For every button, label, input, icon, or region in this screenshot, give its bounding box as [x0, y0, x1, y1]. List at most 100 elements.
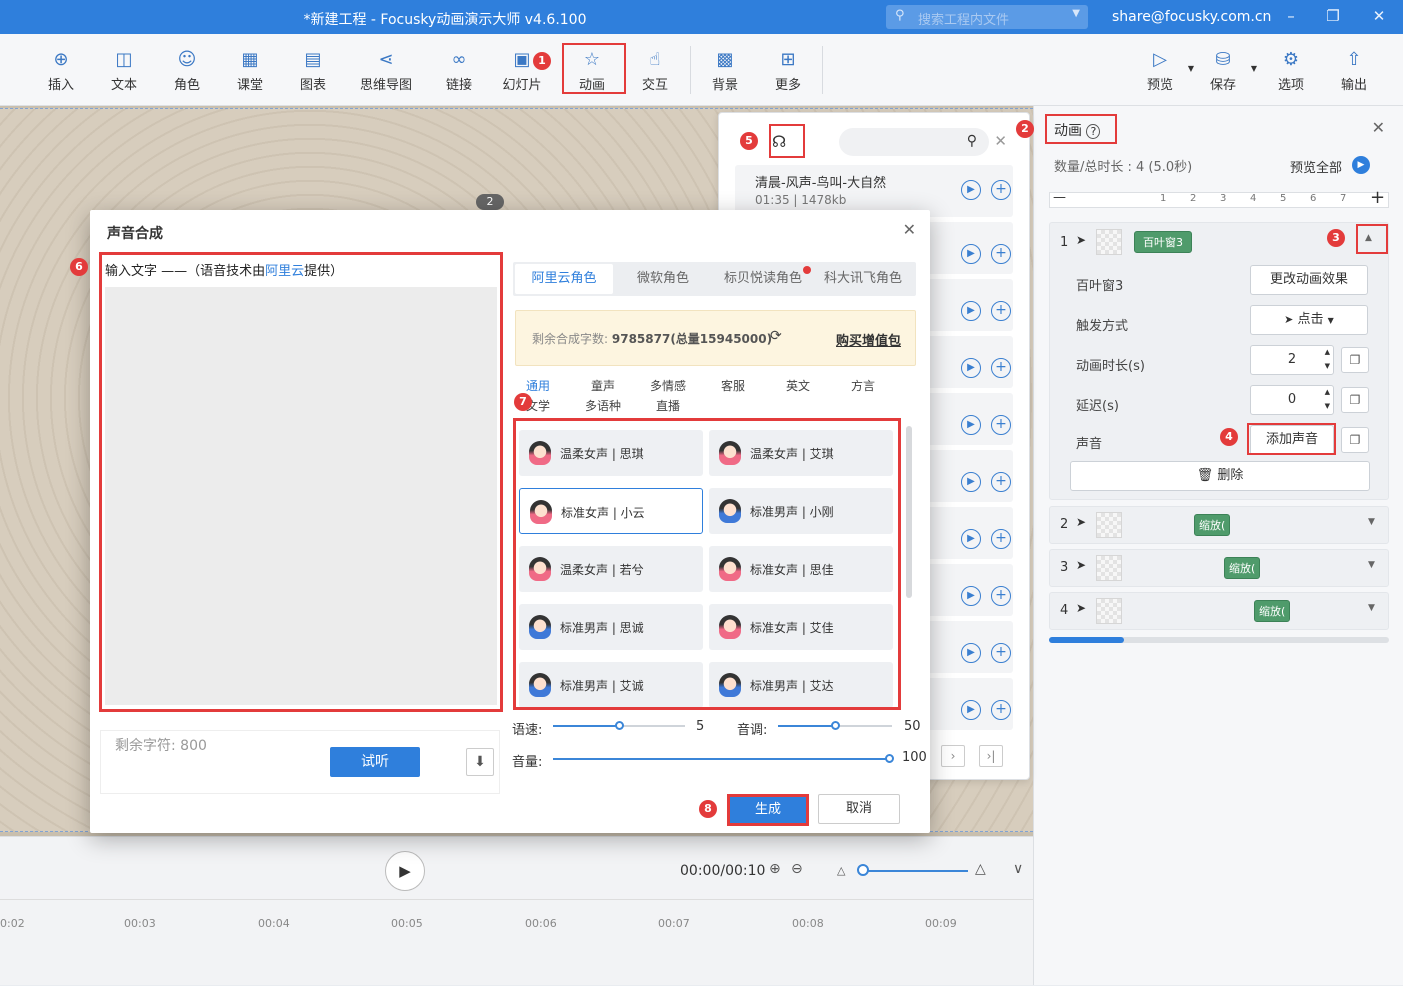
apply-all-icon[interactable]: ❐ [1341, 387, 1369, 413]
pitch-track-filled[interactable] [778, 725, 835, 727]
sound-search-input[interactable]: ⚲ [839, 128, 989, 156]
duration-stepper[interactable]: 2 ▲ ▼ [1250, 345, 1334, 375]
expand-arrow-icon[interactable]: ▼ [1368, 560, 1375, 570]
stepper-arrows-icon[interactable]: ▲ ▼ [1325, 345, 1330, 373]
dialog-close-icon[interactable]: ✕ [903, 220, 916, 239]
delete-animation-button[interactable]: 🗑 删除 [1070, 461, 1370, 491]
animation-chip[interactable]: 缩放( [1194, 514, 1231, 536]
expand-arrow-icon[interactable]: ▼ [1368, 603, 1375, 613]
add-icon[interactable]: + [991, 415, 1011, 435]
voice-option[interactable]: 标准男声 | 小刚 [709, 488, 893, 534]
add-icon[interactable]: + [991, 472, 1011, 492]
play-icon[interactable]: ▶ [961, 180, 981, 200]
tab-iflytek[interactable]: 科大讯飞角色 [813, 262, 913, 296]
animation-item-3[interactable]: 3 ➤ 缩放( ▼ [1049, 549, 1389, 587]
animation-chip[interactable]: 缩放( [1254, 600, 1291, 622]
play-icon[interactable]: ▶ [961, 529, 981, 549]
timeline-zoom-track[interactable] [858, 870, 968, 872]
plus-icon[interactable]: + [1370, 187, 1385, 208]
panel-scrollbar[interactable] [1049, 637, 1389, 643]
last-page-icon[interactable]: ›| [979, 745, 1003, 767]
toolbar-preview[interactable]: ▷ 预览 ▼ [1132, 34, 1194, 106]
trigger-select[interactable]: ➤ 点击 ▼ [1250, 305, 1368, 335]
toolbar-link[interactable]: ∞ 链接 [431, 34, 487, 106]
volume-handle[interactable] [885, 754, 894, 763]
add-icon[interactable]: + [991, 700, 1011, 720]
apply-all-icon[interactable]: ❐ [1341, 427, 1369, 453]
toolbar-slides[interactable]: ▣ 幻灯片 [494, 34, 550, 106]
account-email[interactable]: share@focusky.com.cn [1112, 9, 1271, 25]
download-icon[interactable]: ⬇ [466, 748, 494, 776]
stepper-arrows-icon[interactable]: ▲ ▼ [1325, 385, 1330, 413]
category-emotion[interactable]: 多情感 [650, 377, 686, 394]
refresh-icon[interactable]: ⟳ [770, 328, 782, 344]
play-icon[interactable]: ▶ [961, 244, 981, 264]
category-service[interactable]: 客服 [721, 377, 745, 394]
close-icon[interactable]: ✕ [1369, 7, 1389, 25]
toolbar-export[interactable]: ⇧ 输出 [1326, 34, 1382, 106]
close-icon[interactable]: ✕ [994, 132, 1007, 150]
animation-item-2[interactable]: 2 ➤ 缩放( ▼ [1049, 506, 1389, 544]
animation-chip[interactable]: 缩放( [1224, 557, 1261, 579]
next-page-icon[interactable]: › [941, 745, 965, 767]
minus-icon[interactable]: — [1053, 190, 1066, 205]
category-children[interactable]: 童声 [591, 377, 615, 394]
play-icon[interactable]: ▶ [961, 700, 981, 720]
cancel-button[interactable]: 取消 [818, 794, 900, 824]
preview-all-button[interactable]: 预览全部 [1290, 157, 1342, 176]
add-icon[interactable]: + [991, 529, 1011, 549]
category-dialect[interactable]: 方言 [851, 377, 875, 394]
tab-microsoft[interactable]: 微软角色 [613, 262, 713, 296]
play-icon[interactable]: ▶ [961, 358, 981, 378]
category-general[interactable]: 通用 [526, 377, 550, 394]
add-icon[interactable]: + [991, 180, 1011, 200]
zoom-out-icon[interactable]: ⊖ [791, 861, 803, 877]
add-icon[interactable]: + [991, 643, 1011, 663]
add-icon[interactable]: + [991, 586, 1011, 606]
minimize-icon[interactable]: – [1281, 7, 1301, 25]
volume-track-filled[interactable] [553, 758, 889, 760]
restore-icon[interactable]: ❐ [1323, 7, 1343, 25]
play-icon[interactable]: ▶ [961, 415, 981, 435]
voice-option-selected[interactable]: 标准女声 | 小云 [519, 488, 703, 534]
speed-handle[interactable] [615, 721, 624, 730]
panel-scrollbar-thumb[interactable] [1049, 637, 1124, 643]
text-input-area[interactable] [105, 287, 497, 705]
tab-biaobei[interactable]: 标贝悦读角色 [713, 262, 813, 296]
change-effect-button[interactable]: 更改动画效果 [1250, 265, 1368, 295]
toolbar-options[interactable]: ⚙ 选项 [1263, 34, 1319, 106]
toolbar-chart[interactable]: ▤ 图表 [285, 34, 341, 106]
toolbar-save[interactable]: ⛁ 保存 ▼ [1195, 34, 1257, 106]
buy-package-link[interactable]: 购买增值包 [836, 330, 901, 349]
zoom-in-icon[interactable]: ⊕ [769, 861, 781, 877]
play-icon[interactable]: ▶ [961, 472, 981, 492]
voice-list-scrollbar[interactable] [906, 426, 912, 598]
pitch-handle[interactable] [831, 721, 840, 730]
toolbar-character[interactable]: ☺ 角色 [159, 34, 215, 106]
toolbar-more[interactable]: ⊞ 更多 [760, 34, 816, 106]
voice-option[interactable]: 标准男声 | 艾诚 [519, 662, 703, 707]
chevron-down-icon[interactable]: ▼ [1188, 64, 1194, 73]
delay-stepper[interactable]: 0 ▲ ▼ [1250, 385, 1334, 415]
toolbar-text[interactable]: ◫ 文本 [96, 34, 152, 106]
listen-button[interactable]: 试听 [330, 747, 420, 777]
play-icon[interactable]: ▶ [961, 643, 981, 663]
toolbar-background[interactable]: ▩ 背景 [697, 34, 753, 106]
play-icon[interactable]: ▶ [961, 301, 981, 321]
aliyun-link[interactable]: 阿里云 [265, 264, 304, 279]
speed-track-filled[interactable] [553, 725, 619, 727]
voice-option[interactable]: 温柔女声 | 艾琪 [709, 430, 893, 476]
animation-item-4[interactable]: 4 ➤ 缩放( ▼ [1049, 592, 1389, 630]
add-icon[interactable]: + [991, 358, 1011, 378]
add-icon[interactable]: + [991, 301, 1011, 321]
collapse-icon[interactable]: ∨ [1013, 861, 1023, 877]
category-live[interactable]: 直播 [656, 397, 680, 414]
toolbar-mindmap[interactable]: ⋖ 思维导图 [358, 34, 414, 106]
play-icon[interactable]: ▶ [1352, 156, 1370, 174]
generate-button[interactable]: 生成 [727, 794, 809, 826]
voice-option[interactable]: 标准男声 | 艾达 [709, 662, 893, 707]
tab-aliyun[interactable]: 阿里云角色 [515, 264, 613, 294]
voice-option[interactable]: 温柔女声 | 若兮 [519, 546, 703, 592]
category-multilingual[interactable]: 多语种 [585, 397, 621, 414]
timeline-zoom-handle[interactable] [857, 864, 869, 876]
